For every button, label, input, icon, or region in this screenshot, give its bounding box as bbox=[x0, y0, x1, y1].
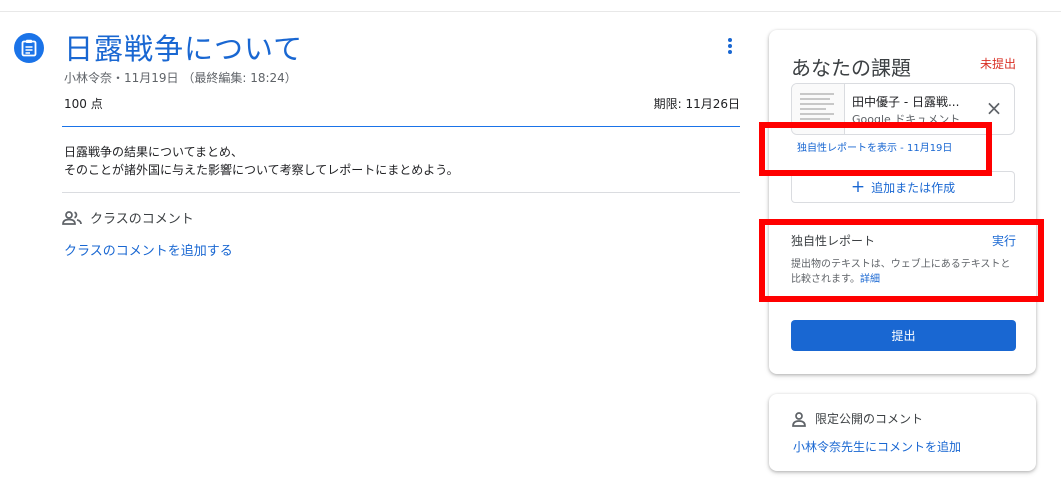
description-line: そのことが諸外国に与えた影響について考察してレポートにまとめよう。 bbox=[64, 163, 459, 177]
add-class-comment-link[interactable]: クラスのコメントを追加する bbox=[64, 240, 233, 259]
your-work-card: あなたの課題 未提出 田中優子 - 日露戦... Google ドキュメント ×… bbox=[769, 30, 1036, 374]
attachment-type: Google ドキュメント bbox=[852, 113, 961, 126]
details-link[interactable]: 詳細 bbox=[860, 274, 880, 285]
description-line: 日露戦争の結果についてまとめ、 bbox=[64, 145, 244, 159]
document-thumbnail bbox=[792, 84, 845, 134]
assignment-icon bbox=[14, 33, 44, 63]
private-comments-header: 限定公開のコメント bbox=[791, 410, 923, 427]
add-private-comment-link[interactable]: 小林令奈先生にコメントを追加 bbox=[793, 438, 961, 455]
assignment-title: 日露戦争について bbox=[64, 32, 304, 66]
assignment-description: 日露戦争の結果についてまとめ、 そのことが諸外国に与えた影響について考察してレポ… bbox=[64, 143, 459, 179]
close-icon[interactable]: × bbox=[984, 98, 1004, 118]
add-or-create-button[interactable]: + 追加または作成 bbox=[791, 171, 1015, 203]
originality-description: 提出物のテキストは、ウェブ上にあるテキストと比較されます。詳細 bbox=[791, 257, 1019, 287]
class-comments-header: クラスのコメント bbox=[62, 208, 194, 227]
run-originality-button[interactable]: 実行 bbox=[992, 232, 1016, 249]
originality-description-text: 提出物のテキストは、ウェブ上にあるテキストと比較されます。 bbox=[791, 259, 1011, 285]
people-icon bbox=[62, 210, 82, 225]
submit-button[interactable]: 提出 bbox=[791, 320, 1016, 351]
your-work-title: あなたの課題 bbox=[791, 56, 911, 80]
top-divider bbox=[0, 11, 1061, 12]
attachment-item[interactable]: 田中優子 - 日露戦... Google ドキュメント × bbox=[791, 83, 1015, 135]
person-icon bbox=[792, 411, 806, 427]
header-divider bbox=[62, 126, 740, 127]
private-comments-card: 限定公開のコメント 小林令奈先生にコメントを追加 bbox=[769, 394, 1036, 471]
plus-icon: + bbox=[850, 176, 866, 197]
originality-report-heading: 独自性レポート bbox=[791, 234, 876, 248]
status-badge: 未提出 bbox=[979, 57, 1016, 71]
assignment-points: 100 点 bbox=[64, 97, 103, 111]
assignment-meta: 小林令奈・11月19日 （最終編集: 18:24） bbox=[64, 71, 297, 85]
due-date: 期限: 11月26日 bbox=[653, 97, 740, 111]
class-comments-heading: クラスのコメント bbox=[90, 212, 194, 227]
more-options-icon[interactable] bbox=[722, 38, 738, 58]
private-comments-heading: 限定公開のコメント bbox=[815, 412, 924, 426]
section-divider bbox=[62, 192, 740, 193]
view-originality-report-link[interactable]: 独自性レポートを表示 - 11月19日 bbox=[797, 139, 952, 154]
attachment-title: 田中優子 - 日露戦... bbox=[852, 95, 960, 109]
add-or-create-label: 追加または作成 bbox=[871, 180, 956, 195]
